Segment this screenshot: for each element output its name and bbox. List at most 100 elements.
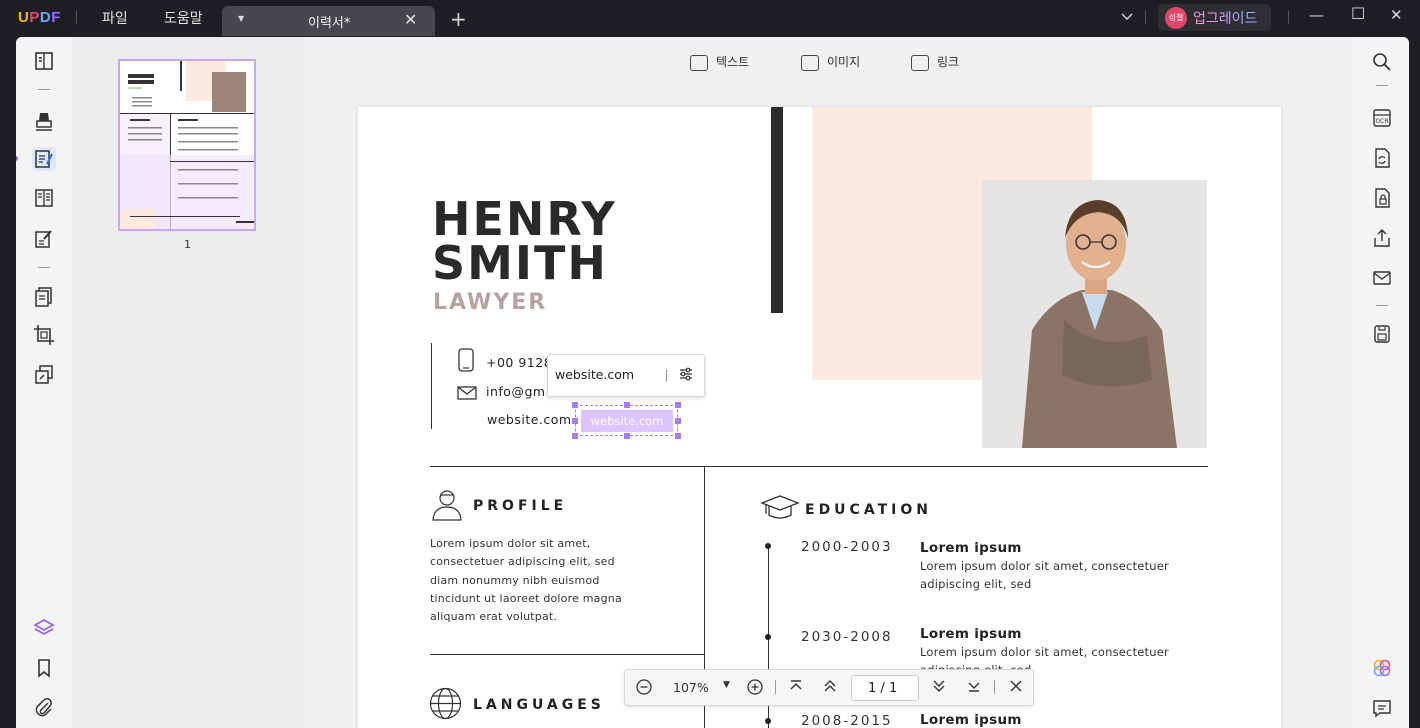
zoom-dropdown-icon[interactable]: ▼ (723, 680, 730, 690)
layers-icon[interactable] (32, 616, 56, 640)
email-icon[interactable] (1371, 267, 1393, 289)
share-icon[interactable] (1371, 227, 1393, 249)
workspace: 1 텍스트 이미지 링크 HENRY SMITH LAWYER +00 9128… (16, 37, 1409, 728)
close-zoom-bar-icon[interactable] (1008, 678, 1024, 698)
add-link-button[interactable]: 링크 (911, 53, 959, 71)
pages-icon[interactable] (32, 285, 56, 309)
link-annotation-box[interactable]: website.com (572, 402, 681, 439)
organize-pages-icon[interactable] (32, 186, 56, 210)
resize-handle[interactable] (572, 402, 578, 408)
tab-close-icon[interactable]: ✕ (404, 10, 417, 29)
profile-line: aliquam erat volutpat. (430, 610, 558, 624)
zoom-in-icon[interactable] (746, 678, 764, 700)
next-page-icon[interactable] (931, 678, 947, 698)
comment-icon[interactable] (1371, 697, 1393, 719)
profile-line: diam nonummy nibh euismod (430, 573, 600, 587)
prev-page-icon[interactable] (822, 678, 838, 698)
timeline-dot (765, 543, 771, 549)
thumbnail-preview (120, 61, 254, 229)
svg-text:OCR: OCR (1375, 118, 1388, 125)
divider-line (430, 466, 1208, 467)
user-avatar[interactable]: 성철 (1165, 7, 1187, 29)
attachment-icon[interactable] (32, 696, 56, 720)
right-toolbar: OCR (1353, 37, 1409, 728)
bookmark-icon[interactable] (32, 656, 56, 680)
tab-dropdown-icon[interactable]: ▼ (238, 14, 244, 23)
edu-year: 2000-2003 (801, 539, 893, 555)
search-icon[interactable] (1371, 51, 1393, 73)
comment-highlighter-icon[interactable] (32, 109, 56, 133)
add-image-button[interactable]: 이미지 (801, 53, 860, 71)
save-icon[interactable] (1371, 323, 1393, 345)
reader-mode-icon[interactable] (32, 49, 56, 73)
resize-handle[interactable] (675, 418, 681, 424)
tabs-list-chevron-icon[interactable] (1120, 9, 1134, 28)
new-tab-icon[interactable]: + (450, 7, 467, 31)
ai-assistant-icon[interactable] (1371, 657, 1393, 679)
separator (1288, 11, 1289, 24)
resize-handle[interactable] (572, 418, 578, 424)
close-window-icon[interactable]: ✕ (1390, 6, 1403, 24)
resume-role: LAWYER (433, 290, 548, 315)
resize-handle[interactable] (675, 433, 681, 439)
link-settings-icon[interactable] (678, 366, 694, 386)
ocr-icon[interactable]: OCR (1371, 107, 1393, 129)
updf-logo: UPDF (18, 9, 61, 26)
zoom-out-icon[interactable] (635, 678, 653, 700)
thumbnail-panel: 1 (72, 37, 304, 728)
photo-portrait (982, 180, 1207, 448)
text-tool-icon (690, 54, 708, 71)
last-name: SMITH (432, 236, 608, 290)
document-tab[interactable]: ▼ 이력서* ✕ (222, 6, 435, 36)
layers-copy-icon[interactable] (32, 363, 56, 387)
last-page-icon[interactable] (966, 678, 982, 698)
upgrade-label: 업그레이드 (1193, 8, 1257, 28)
edu-heading: Lorem ipsum (920, 540, 1022, 556)
profile-person-icon (430, 487, 464, 525)
separator (1145, 11, 1146, 24)
resize-handle[interactable] (624, 402, 630, 408)
separator (994, 680, 995, 694)
active-indicator (16, 156, 18, 161)
add-text-button[interactable]: 텍스트 (690, 53, 749, 71)
first-page-icon[interactable] (788, 678, 804, 698)
profile-photo[interactable] (982, 180, 1207, 448)
email-text: info@gm (486, 384, 546, 399)
edit-pdf-icon[interactable] (32, 147, 56, 171)
resize-handle[interactable] (624, 433, 630, 439)
edu-desc-line: Lorem ipsum dolor sit amet, consectetuer (920, 645, 1169, 659)
profile-line: consectetuer adipiscing elit, sed (430, 555, 615, 569)
link-highlight[interactable]: website.com (581, 410, 673, 432)
link-url-input[interactable]: website.com (555, 367, 634, 382)
separator (666, 369, 667, 382)
separator (38, 89, 50, 90)
upgrade-button[interactable]: 성철 업그레이드 (1158, 4, 1271, 31)
zoom-value[interactable]: 107% (673, 680, 709, 695)
phone-icon (457, 348, 475, 376)
menu-help[interactable]: 도움말 (164, 8, 203, 28)
page-thumbnail[interactable] (118, 59, 256, 231)
thumbnail-page-number: 1 (184, 238, 191, 251)
edu-heading: Lorem ipsum (920, 626, 1022, 642)
page-indicator: 1 / 1 (868, 681, 897, 696)
protect-icon[interactable] (1371, 187, 1393, 209)
app-window: UPDF 파일 도움말 ▼ 이력서* ✕ + 성철 업그레이드 — ☐ ✕ 1 … (0, 0, 1420, 728)
profile-title: PROFILE (473, 498, 568, 514)
profile-line: Lorem ipsum dolor sit amet, (430, 537, 591, 550)
minimize-icon[interactable]: — (1309, 6, 1324, 24)
left-toolbar (16, 37, 72, 728)
separator (76, 11, 77, 24)
menu-file[interactable]: 파일 (102, 8, 128, 28)
profile-text: Lorem ipsum dolor sit amet, consectetuer… (430, 535, 622, 626)
convert-icon[interactable] (1371, 147, 1393, 169)
form-edit-icon[interactable] (32, 227, 56, 251)
crop-icon[interactable] (32, 323, 56, 347)
maximize-icon[interactable]: ☐ (1351, 4, 1365, 23)
resize-handle[interactable] (572, 433, 578, 439)
website-text[interactable]: website.com (487, 412, 572, 427)
profile-line: tincidunt ut laoreet dolore magna (430, 591, 622, 605)
page-number-input[interactable]: 1 / 1 (851, 675, 919, 701)
resize-handle[interactable] (675, 402, 681, 408)
edu-year: 2008-2015 (801, 713, 893, 728)
link-tool-icon (911, 54, 929, 71)
